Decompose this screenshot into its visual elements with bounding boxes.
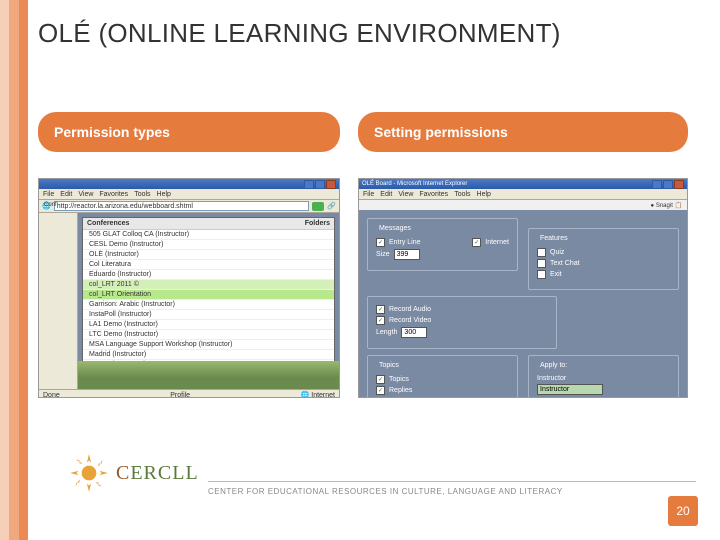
nav-sidebar xyxy=(39,213,78,389)
column-headers: Permission types Setting permissions xyxy=(38,112,688,152)
checkbox[interactable]: ✓ xyxy=(472,238,481,247)
slide-footer: CERCLL CENTER FOR EDUCATIONAL RESOURCES … xyxy=(38,442,696,500)
pill-setting-permissions: Setting permissions xyxy=(358,112,688,152)
menu-bar: FileEditViewFavoritesToolsHelp xyxy=(359,189,687,200)
list-item[interactable]: col_LRT Orientation xyxy=(83,290,334,300)
menu-bar: FileEditViewFavoritesToolsHelp xyxy=(39,189,339,200)
status-bar: Done Profile 🌐 Internet xyxy=(39,389,339,398)
messages-fieldset: Messages ✓Entry Line ✓Internet Size399 xyxy=(367,218,518,271)
length-input[interactable]: 300 xyxy=(401,327,427,338)
footer-subtitle: CENTER FOR EDUCATIONAL RESOURCES IN CULT… xyxy=(208,487,563,496)
list-item[interactable]: Madrid (Instructor) xyxy=(83,350,334,360)
tab-bar: Conf ● Snagit 📋 xyxy=(358,200,688,210)
window-titlebar: OLÉ Board - Microsoft Internet Explorer xyxy=(359,179,687,189)
browser-body: ConferencesFolders 505 GLAT Colloq CA (I… xyxy=(39,213,339,389)
checkbox[interactable]: ✓ xyxy=(376,238,385,247)
cercll-logo: CERCLL xyxy=(68,452,199,494)
list-item[interactable]: LTC Demo (Instructor) xyxy=(83,330,334,340)
record-fieldset: ✓Record Audio ✓Record Video Length300 xyxy=(367,296,557,349)
list-item[interactable]: Garrison: Arabic (Instructor) xyxy=(83,300,334,310)
screenshots-row: FileEditViewFavoritesToolsHelp 🌐 http://… xyxy=(38,178,688,398)
slide-title: OLÉ (ONLINE LEARNING ENVIRONMENT) xyxy=(38,18,561,49)
list-item[interactable]: MSA Language Support Workshop (Instructo… xyxy=(83,340,334,350)
list-item[interactable]: CESL Demo (Instructor) xyxy=(83,240,334,250)
features-fieldset: Features Quiz Text Chat Exit xyxy=(528,228,679,290)
list-item[interactable]: LA1 Demo (Instructor) xyxy=(83,320,334,330)
conferences-panel: ConferencesFolders 505 GLAT Colloq CA (I… xyxy=(82,217,335,369)
window-titlebar xyxy=(39,179,339,189)
list-item[interactable]: Col Literatura xyxy=(83,260,334,270)
grass-footer-image xyxy=(78,361,339,389)
list-item[interactable]: InstaPoll (Instructor) xyxy=(83,310,334,320)
list-item[interactable]: col_LRT 2011 © xyxy=(83,280,334,290)
page-number: 20 xyxy=(668,496,698,526)
instructor-select[interactable]: Instructor xyxy=(537,384,603,395)
sun-icon xyxy=(68,452,110,494)
size-input[interactable]: 399 xyxy=(394,249,420,260)
pill-permission-types: Permission types xyxy=(38,112,340,152)
settings-body: Messages ✓Entry Line ✓Internet Size399 F… xyxy=(359,210,687,398)
screenshot-right: OLÉ Board - Microsoft Internet Explorer … xyxy=(358,178,688,398)
topics-fieldset: Topics ✓Topics ✓Replies Record Vote xyxy=(367,355,518,398)
left-accent-stripes xyxy=(0,0,28,540)
screenshot-left: FileEditViewFavoritesToolsHelp 🌐 http://… xyxy=(38,178,340,398)
applyto-fieldset: Apply to: Instructor Instructor Student xyxy=(528,355,679,398)
list-item[interactable]: 505 GLAT Colloq CA (Instructor) xyxy=(83,230,334,240)
list-item[interactable]: OLÉ (Instructor) xyxy=(83,250,334,260)
list-item[interactable]: Eduardo (Instructor) xyxy=(83,270,334,280)
